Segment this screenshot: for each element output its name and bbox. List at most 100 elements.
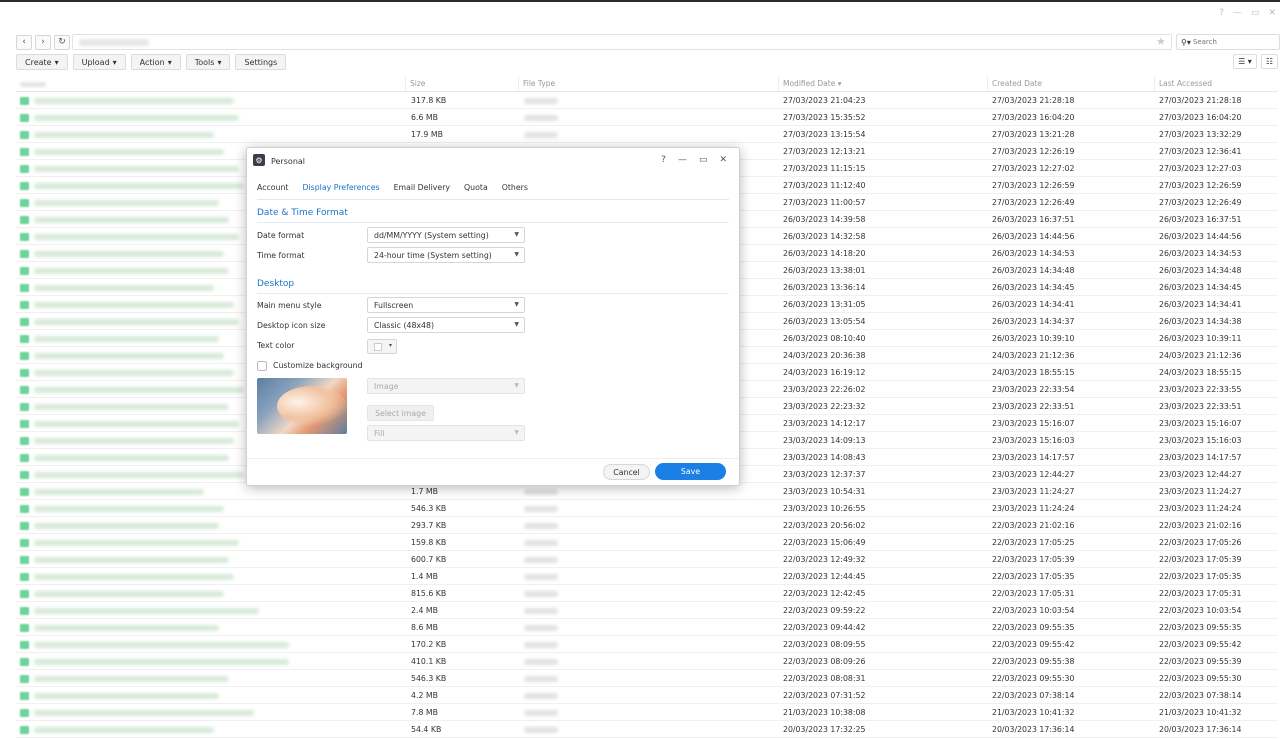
table-row[interactable]: 8.6 MB 22/03/2023 09:44:42 22/03/2023 09:5… bbox=[16, 619, 1278, 636]
file-icon bbox=[20, 182, 29, 190]
file-name-blurred bbox=[34, 115, 239, 121]
modified-date: 22/03/2023 15:06:49 bbox=[783, 538, 866, 547]
select-image-button[interactable]: Select image bbox=[367, 405, 434, 421]
save-button[interactable]: Save bbox=[655, 463, 726, 480]
background-image-select[interactable]: Image ▼ bbox=[367, 378, 525, 394]
file-icon bbox=[20, 352, 29, 360]
table-row[interactable]: 170.2 KB 22/03/2023 08:09:55 22/03/2023 09… bbox=[16, 636, 1278, 653]
size-column-header[interactable]: Size bbox=[410, 79, 425, 88]
file-name-blurred bbox=[34, 727, 214, 733]
table-row[interactable]: 6.6 MB 27/03/2023 15:35:52 27/03/2023 16:0… bbox=[16, 109, 1278, 126]
help-icon[interactable]: ? bbox=[1219, 8, 1224, 18]
table-row[interactable]: 293.7 KB 22/03/2023 20:56:02 22/03/2023 21… bbox=[16, 517, 1278, 534]
search-box[interactable]: ⚲▾ bbox=[1176, 34, 1280, 50]
tab-quota[interactable]: Quota bbox=[464, 183, 488, 192]
table-row[interactable]: 7.8 MB 21/03/2023 10:38:08 21/03/2023 10:4… bbox=[16, 704, 1278, 721]
tools-button[interactable]: Tools ▾ bbox=[185, 54, 231, 70]
favorite-star-icon[interactable]: ★ bbox=[1156, 35, 1166, 48]
refresh-button[interactable]: ↻ bbox=[54, 34, 70, 50]
help-icon[interactable]: ? bbox=[661, 155, 666, 165]
table-row[interactable]: 17.9 MB 27/03/2023 13:15:54 27/03/2023 13:… bbox=[16, 126, 1278, 143]
search-input[interactable] bbox=[1192, 38, 1263, 46]
column-view-icon[interactable]: ☷ bbox=[1260, 54, 1278, 69]
cancel-button[interactable]: Cancel bbox=[603, 464, 650, 480]
modified-date: 22/03/2023 12:42:45 bbox=[783, 589, 866, 598]
tab-display-preferences[interactable]: Display Preferences bbox=[302, 183, 379, 192]
created-date: 23/03/2023 12:44:27 bbox=[992, 470, 1075, 479]
table-row[interactable]: 815.6 KB 22/03/2023 12:42:45 22/03/2023 17… bbox=[16, 585, 1278, 602]
table-row[interactable]: 600.7 KB 22/03/2023 12:49:32 22/03/2023 17… bbox=[16, 551, 1278, 568]
settings-button[interactable]: Settings bbox=[235, 54, 287, 70]
caret-down-icon: ▾ bbox=[167, 57, 172, 67]
close-icon[interactable]: ✕ bbox=[1268, 8, 1276, 18]
name-column-header-blurred[interactable] bbox=[20, 82, 46, 87]
table-row[interactable]: 1.4 MB 22/03/2023 12:44:45 22/03/2023 17:0… bbox=[16, 568, 1278, 585]
table-row[interactable]: 54.4 KB 20/03/2023 17:32:25 20/03/2023 17:… bbox=[16, 721, 1278, 738]
tab-account[interactable]: Account bbox=[257, 183, 288, 192]
modified-date: 27/03/2023 11:12:40 bbox=[783, 181, 866, 190]
main-menu-style-select[interactable]: Fullscreen ▼ bbox=[367, 297, 525, 313]
accessed-date: 22/03/2023 09:55:42 bbox=[1159, 640, 1242, 649]
filetype-column-header[interactable]: File Type bbox=[523, 79, 555, 88]
accessed-date: 22/03/2023 17:05:39 bbox=[1159, 555, 1242, 564]
file-icon bbox=[20, 131, 29, 139]
created-date: 26/03/2023 14:34:41 bbox=[992, 300, 1075, 309]
background-image-value: Image bbox=[374, 382, 399, 391]
desktop-icon-size-select[interactable]: Classic (48x48) ▼ bbox=[367, 317, 525, 333]
list-view-icon[interactable]: ☰ ▾ bbox=[1233, 54, 1257, 69]
created-date: 26/03/2023 14:44:56 bbox=[992, 232, 1075, 241]
maximize-icon[interactable]: ▭ bbox=[1251, 8, 1260, 18]
tab-others[interactable]: Others bbox=[502, 183, 528, 192]
created-column-header[interactable]: Created Date bbox=[992, 79, 1042, 88]
file-icon bbox=[20, 692, 29, 700]
file-name-blurred bbox=[34, 234, 239, 240]
file-name-blurred bbox=[34, 608, 259, 614]
modified-date: 23/03/2023 22:23:32 bbox=[783, 402, 866, 411]
accessed-date: 26/03/2023 16:37:51 bbox=[1159, 215, 1242, 224]
file-type-blurred bbox=[524, 727, 558, 733]
forward-button[interactable]: › bbox=[35, 34, 51, 50]
path-bar[interactable] bbox=[72, 34, 1172, 50]
background-fill-select[interactable]: Fill ▼ bbox=[367, 425, 525, 441]
file-type-blurred bbox=[524, 659, 558, 665]
table-row[interactable]: 317.8 KB 27/03/2023 21:04:23 27/03/2023 21… bbox=[16, 92, 1278, 109]
created-date: 22/03/2023 17:05:31 bbox=[992, 589, 1075, 598]
refresh-icon: ↻ bbox=[58, 37, 66, 47]
accessed-date: 23/03/2023 15:16:03 bbox=[1159, 436, 1242, 445]
create-button[interactable]: Create ▾ bbox=[16, 54, 68, 70]
text-color-picker[interactable]: ▾ bbox=[367, 339, 397, 354]
upload-button[interactable]: Upload ▾ bbox=[72, 54, 126, 70]
file-name-blurred bbox=[34, 183, 244, 189]
close-icon[interactable]: ✕ bbox=[719, 155, 727, 165]
accessed-column-header[interactable]: Last Accessed bbox=[1159, 79, 1212, 88]
chevron-right-icon: › bbox=[41, 37, 45, 47]
table-row[interactable]: 546.3 KB 22/03/2023 08:08:31 22/03/2023 09… bbox=[16, 670, 1278, 687]
table-row[interactable]: 2.4 MB 22/03/2023 09:59:22 22/03/2023 10:0… bbox=[16, 602, 1278, 619]
table-row[interactable]: 410.1 KB 22/03/2023 08:09:26 22/03/2023 09… bbox=[16, 653, 1278, 670]
table-row[interactable]: 4.2 MB 22/03/2023 07:31:52 22/03/2023 07:3… bbox=[16, 687, 1278, 704]
accessed-date: 26/03/2023 14:34:41 bbox=[1159, 300, 1242, 309]
file-name-blurred bbox=[34, 421, 239, 427]
maximize-icon[interactable]: ▭ bbox=[699, 155, 708, 165]
file-icon bbox=[20, 233, 29, 241]
customize-background-checkbox[interactable] bbox=[257, 361, 267, 371]
table-row[interactable]: 159.8 KB 22/03/2023 15:06:49 22/03/2023 17… bbox=[16, 534, 1278, 551]
modified-date: 26/03/2023 14:39:58 bbox=[783, 215, 866, 224]
accessed-date: 22/03/2023 07:38:14 bbox=[1159, 691, 1242, 700]
file-size: 1.7 MB bbox=[411, 487, 438, 496]
modified-column-header[interactable]: Modified Date ▾ bbox=[783, 79, 841, 88]
tab-email-delivery[interactable]: Email Delivery bbox=[394, 183, 450, 192]
table-row[interactable]: 546.3 KB 23/03/2023 10:26:55 23/03/2023 11… bbox=[16, 500, 1278, 517]
minimize-icon[interactable]: — bbox=[678, 155, 687, 165]
action-button[interactable]: Action ▾ bbox=[130, 54, 181, 70]
back-button[interactable]: ‹ bbox=[16, 34, 32, 50]
date-format-select[interactable]: dd/MM/YYYY (System setting) ▼ bbox=[367, 227, 525, 243]
section-divider bbox=[257, 222, 729, 223]
minimize-icon[interactable]: — bbox=[1233, 8, 1242, 18]
file-icon bbox=[20, 216, 29, 224]
accessed-date: 21/03/2023 10:41:32 bbox=[1159, 708, 1242, 717]
file-icon bbox=[20, 335, 29, 343]
file-icon bbox=[20, 403, 29, 411]
time-format-select[interactable]: 24-hour time (System setting) ▼ bbox=[367, 247, 525, 263]
modified-date: 23/03/2023 12:37:37 bbox=[783, 470, 866, 479]
